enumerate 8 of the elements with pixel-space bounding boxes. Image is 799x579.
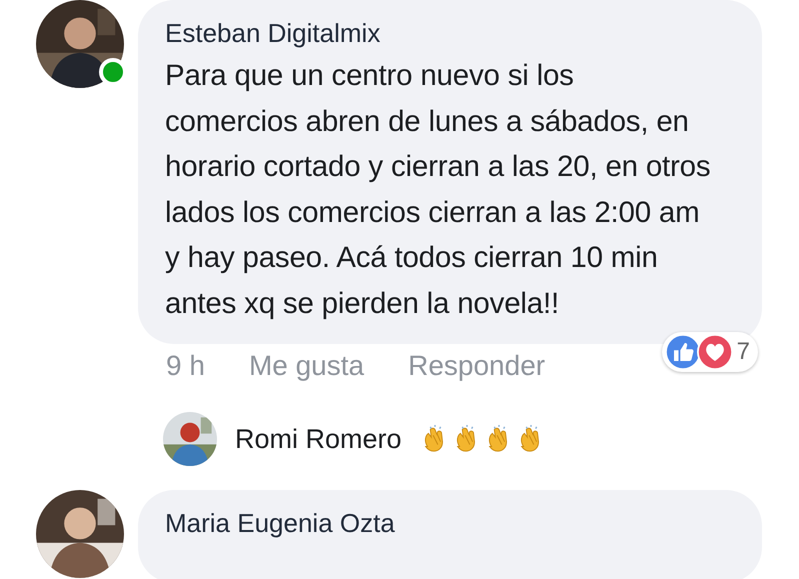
timestamp: 9 h <box>166 350 205 382</box>
reaction-summary[interactable]: 7 <box>662 332 758 372</box>
reaction-count: 7 <box>736 338 750 366</box>
author-name[interactable]: Maria Eugenia Ozta <box>165 508 395 539</box>
author-name[interactable]: Esteban Digitalmix <box>165 18 380 49</box>
reply-author[interactable]: Romi Romero <box>235 424 402 454</box>
thumbs-up-icon <box>664 334 701 370</box>
comment-text: Para que un centro nuevo si los comercios abren de lunes a sábados, en horario cortado y cierran a las 20, en otros lados los comercios cierran a las 2:00 am y hay paseo. Acá todos cierran 10 min antes xq se pierden la novela!! <box>165 58 712 322</box>
